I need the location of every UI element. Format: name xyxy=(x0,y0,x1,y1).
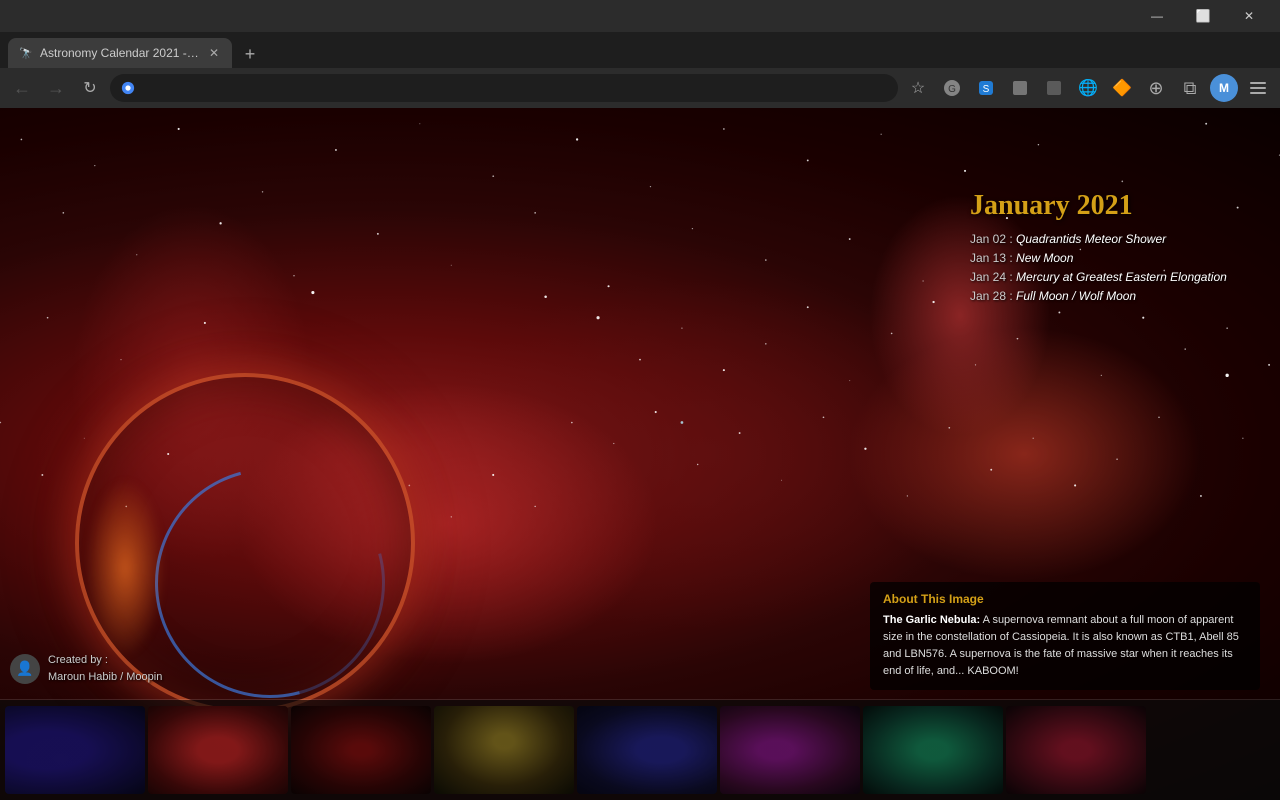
thumbnail-4[interactable] xyxy=(434,706,574,794)
url-bar[interactable] xyxy=(110,74,898,102)
event-name-3: Mercury at Greatest Eastern Elongation xyxy=(1016,270,1227,284)
tab-title: Astronomy Calendar 2021 - By Moop... xyxy=(40,46,200,60)
close-button[interactable]: ✕ xyxy=(1226,0,1272,32)
thumbnail-7[interactable] xyxy=(863,706,1003,794)
menu-button[interactable] xyxy=(1244,74,1272,102)
extension-icon-4[interactable] xyxy=(1040,74,1068,102)
thumbnail-8[interactable] xyxy=(1006,706,1146,794)
event-date-4: Jan 28 xyxy=(970,289,1006,303)
creator-text: Created by : Maroun Habib / Moopin xyxy=(48,652,162,685)
event-item-2: Jan 13 : New Moon xyxy=(970,251,1260,265)
profile-avatar[interactable]: M xyxy=(1210,74,1238,102)
event-name-2: New Moon xyxy=(1016,251,1073,265)
event-name-4: Full Moon / Wolf Moon xyxy=(1016,289,1136,303)
about-body: The Garlic Nebula: A supernova remnant a… xyxy=(883,612,1247,680)
thumbnail-3[interactable] xyxy=(291,706,431,794)
extensions-menu[interactable]: ⊕ xyxy=(1142,74,1170,102)
browser-window: — ⬜ ✕ 🔭 Astronomy Calendar 2021 - By Moo… xyxy=(0,0,1280,800)
creator-line1: Created by : xyxy=(48,652,162,669)
month-title: January 2021 xyxy=(970,190,1260,222)
about-image-panel: About This Image The Garlic Nebula: A su… xyxy=(870,582,1260,690)
thumbnail-strip xyxy=(0,700,1280,800)
thumbnail-6[interactable] xyxy=(720,706,860,794)
extension-icon-6[interactable]: 🔶 xyxy=(1108,74,1136,102)
event-date-1: Jan 02 xyxy=(970,232,1006,246)
event-item-1: Jan 02 : Quadrantids Meteor Shower xyxy=(970,232,1260,246)
extension-icon-1[interactable]: G xyxy=(938,74,966,102)
tab-close-button[interactable]: ✕ xyxy=(206,45,222,61)
svg-text:G: G xyxy=(948,84,956,95)
event-item-3: Jan 24 : Mercury at Greatest Eastern Elo… xyxy=(970,270,1260,284)
reload-button[interactable]: ↻ xyxy=(76,74,104,102)
creator-line2: Maroun Habib / Moopin xyxy=(48,669,162,686)
thumbnail-2[interactable] xyxy=(148,706,288,794)
extension-icon-3[interactable] xyxy=(1006,74,1034,102)
thumbnail-5[interactable] xyxy=(577,706,717,794)
about-title: About This Image xyxy=(883,592,1247,606)
nebula-orange-glow xyxy=(85,478,165,658)
address-bar-row: ← → ↻ ☆ G S 🌐 🔶 ⊕ ⧉ xyxy=(0,68,1280,108)
about-text-nebula-name: The Garlic Nebula: xyxy=(883,614,980,626)
back-button[interactable]: ← xyxy=(8,74,36,102)
svg-text:S: S xyxy=(983,84,990,95)
bookmark-icon[interactable]: ☆ xyxy=(904,74,932,102)
tab-favicon: 🔭 xyxy=(18,45,34,61)
active-tab[interactable]: 🔭 Astronomy Calendar 2021 - By Moop... ✕ xyxy=(8,38,232,68)
event-name-1: Quadrantids Meteor Shower xyxy=(1016,232,1166,246)
main-content: January 2021 Jan 02 : Quadrantids Meteor… xyxy=(0,108,1280,800)
forward-button[interactable]: → xyxy=(42,74,70,102)
event-date-3: Jan 24 xyxy=(970,270,1006,284)
creator-credit: 👤 Created by : Maroun Habib / Moopin xyxy=(10,652,162,685)
calendar-info-panel: January 2021 Jan 02 : Quadrantids Meteor… xyxy=(970,190,1260,308)
extensions-icon[interactable]: ⧉ xyxy=(1176,74,1204,102)
event-date-2: Jan 13 xyxy=(970,251,1006,265)
thumbnail-1[interactable] xyxy=(5,706,145,794)
minimize-button[interactable]: — xyxy=(1134,0,1180,32)
maximize-button[interactable]: ⬜ xyxy=(1180,0,1226,32)
new-tab-button[interactable]: + xyxy=(236,40,264,68)
window-controls: — ⬜ ✕ xyxy=(1134,0,1272,32)
extension-icon-2[interactable]: S xyxy=(972,74,1000,102)
url-favicon xyxy=(120,80,136,96)
event-item-4: Jan 28 : Full Moon / Wolf Moon xyxy=(970,289,1260,303)
creator-icon: 👤 xyxy=(10,654,40,684)
extension-icon-5[interactable]: 🌐 xyxy=(1074,74,1102,102)
